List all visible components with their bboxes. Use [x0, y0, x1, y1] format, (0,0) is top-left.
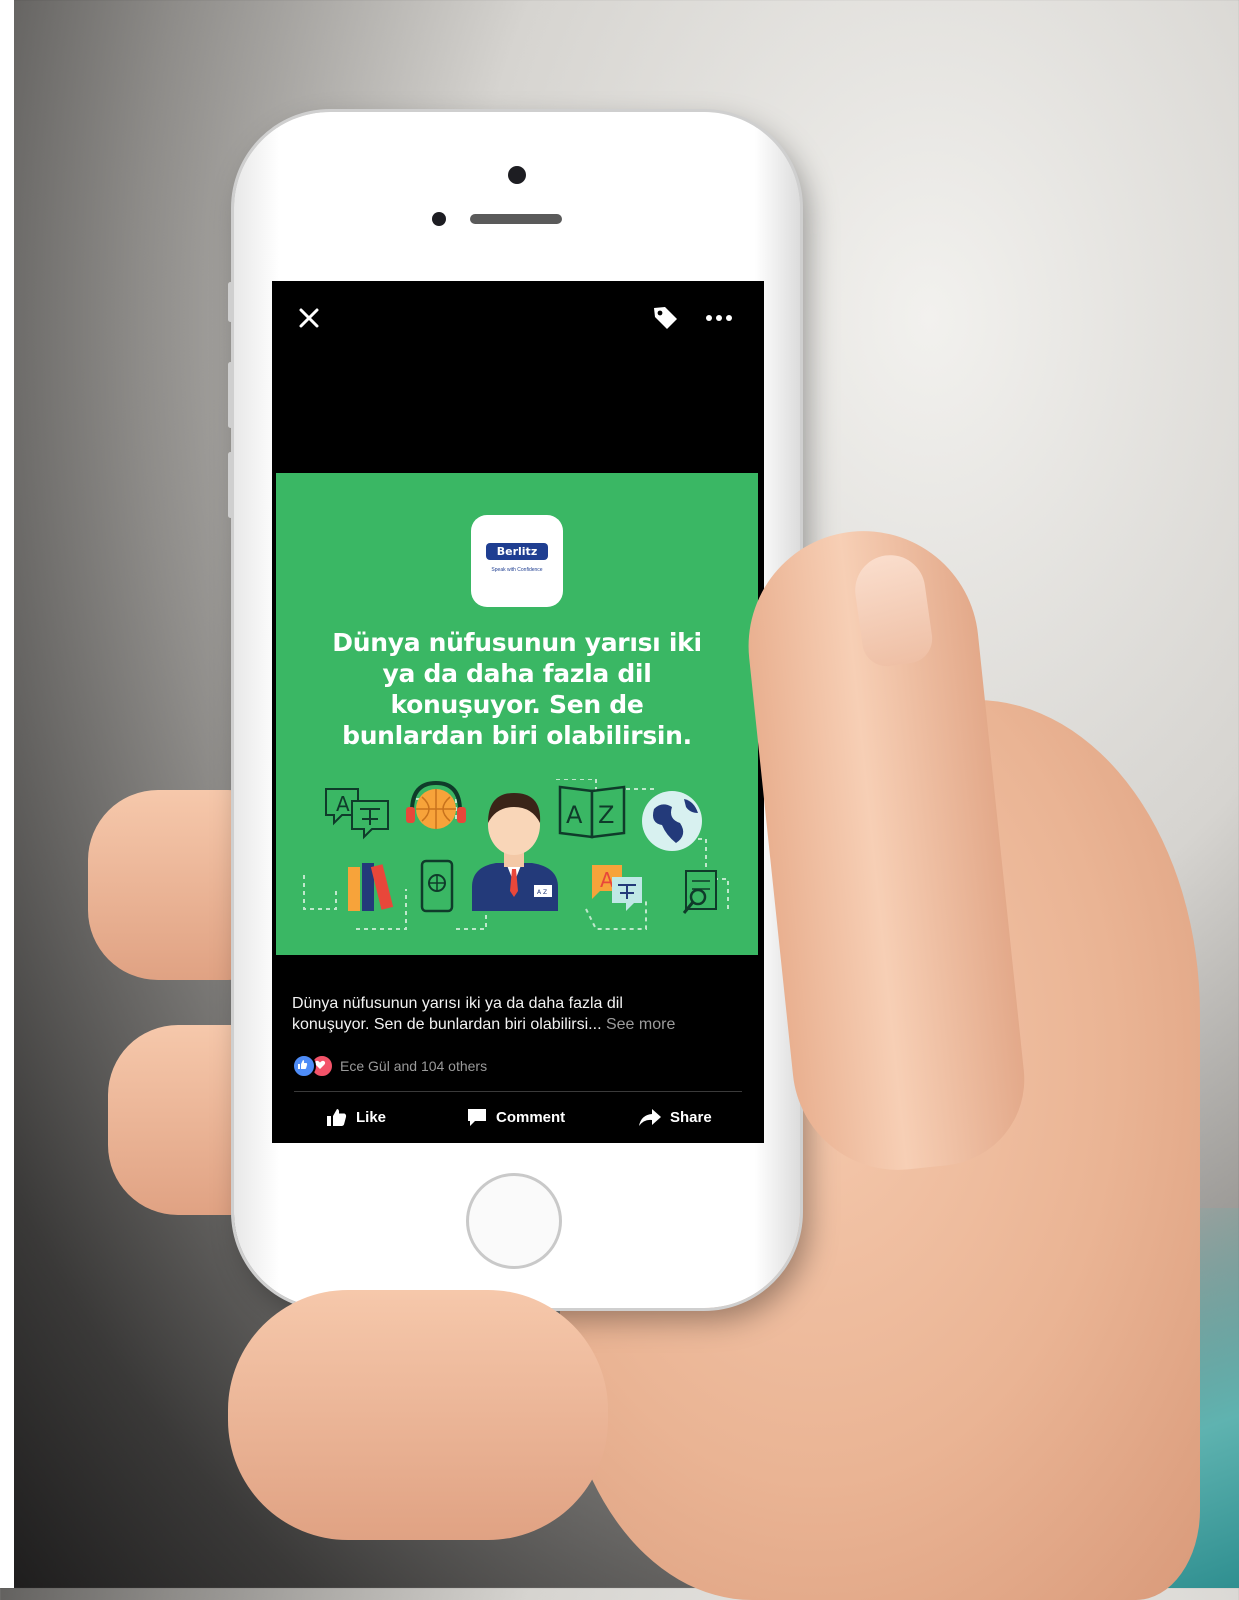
document-search-icon — [682, 870, 717, 914]
proximity-sensor — [432, 212, 446, 226]
headline-line: Dünya nüfusunun yarısı iki — [332, 628, 702, 657]
smartphone-icon — [420, 859, 454, 913]
comment-button[interactable]: Comment — [466, 1107, 565, 1127]
share-icon — [639, 1109, 661, 1126]
ad-image[interactable]: Berlitz Speak with Confidence Dünya nüfu… — [276, 473, 758, 955]
phone-mute-switch — [228, 282, 233, 322]
more-icon[interactable] — [702, 303, 736, 333]
hand-finger — [228, 1290, 608, 1540]
divider — [294, 1091, 742, 1092]
brand-tagline: Speak with Confidence — [491, 567, 543, 573]
svg-text:Z: Z — [598, 801, 614, 829]
globe-headset-icon — [406, 780, 466, 829]
headline-line: ya da daha fazla dil — [382, 659, 652, 688]
headline-line: bunlardan biri olabilirsin. — [342, 721, 692, 750]
front-camera — [508, 166, 526, 184]
post-caption: Dünya nüfusunun yarısı iki ya da daha fa… — [292, 993, 752, 1035]
reactions-count: Ece Gül and 104 others — [340, 1058, 488, 1074]
dictionary-book-icon: A Z — [558, 785, 626, 839]
earth-globe-icon — [642, 791, 702, 851]
translate-bubbles-icon: A — [325, 788, 389, 840]
close-icon[interactable] — [294, 303, 324, 333]
svg-text:A: A — [600, 868, 614, 892]
post-action-bar: Like Comment Share — [272, 1101, 764, 1141]
earpiece-speaker — [470, 214, 562, 224]
caption-line: Dünya nüfusunun yarısı iki ya da daha fa… — [292, 995, 623, 1012]
like-button[interactable]: Like — [326, 1107, 386, 1127]
comment-label: Comment — [496, 1108, 566, 1126]
ad-headline: Dünya nüfusunun yarısı iki ya da daha fa… — [296, 627, 738, 751]
phone-volume-down — [228, 452, 233, 518]
svg-text:A Z: A Z — [537, 889, 547, 896]
headline-line: konuşuyor. Sen de — [390, 690, 644, 719]
tag-icon[interactable] — [650, 303, 680, 333]
thumbs-up-icon — [327, 1109, 347, 1126]
teacher-avatar-icon: A Z — [472, 793, 558, 911]
caption-line-2: konuşuyor. Sen de bunlardan biri olabili… — [292, 1014, 752, 1035]
see-more-link[interactable]: See more — [606, 1016, 675, 1033]
svg-text:A: A — [566, 801, 583, 829]
like-label: Like — [356, 1108, 387, 1126]
share-label: Share — [670, 1108, 712, 1126]
brand-logo: Berlitz Speak with Confidence — [471, 515, 563, 607]
brand-logo-text: Berlitz — [486, 543, 548, 560]
reactions-summary[interactable]: Ece Gül and 104 others — [292, 1054, 488, 1078]
language-illustration: A A Z A Z A — [303, 779, 729, 930]
like-reaction-icon — [292, 1054, 316, 1078]
home-button[interactable] — [466, 1173, 562, 1269]
image-border — [0, 0, 14, 1588]
phone-volume-up — [228, 362, 233, 428]
comment-icon — [468, 1109, 486, 1126]
translation-cards-icon: A — [592, 865, 642, 911]
caption-line-text: konuşuyor. Sen de bunlardan biri olabili… — [292, 1016, 602, 1033]
share-button[interactable]: Share — [638, 1107, 712, 1127]
svg-text:A: A — [336, 792, 350, 816]
phone-screen: Berlitz Speak with Confidence Dünya nüfu… — [272, 281, 764, 1143]
books-icon — [348, 863, 394, 911]
